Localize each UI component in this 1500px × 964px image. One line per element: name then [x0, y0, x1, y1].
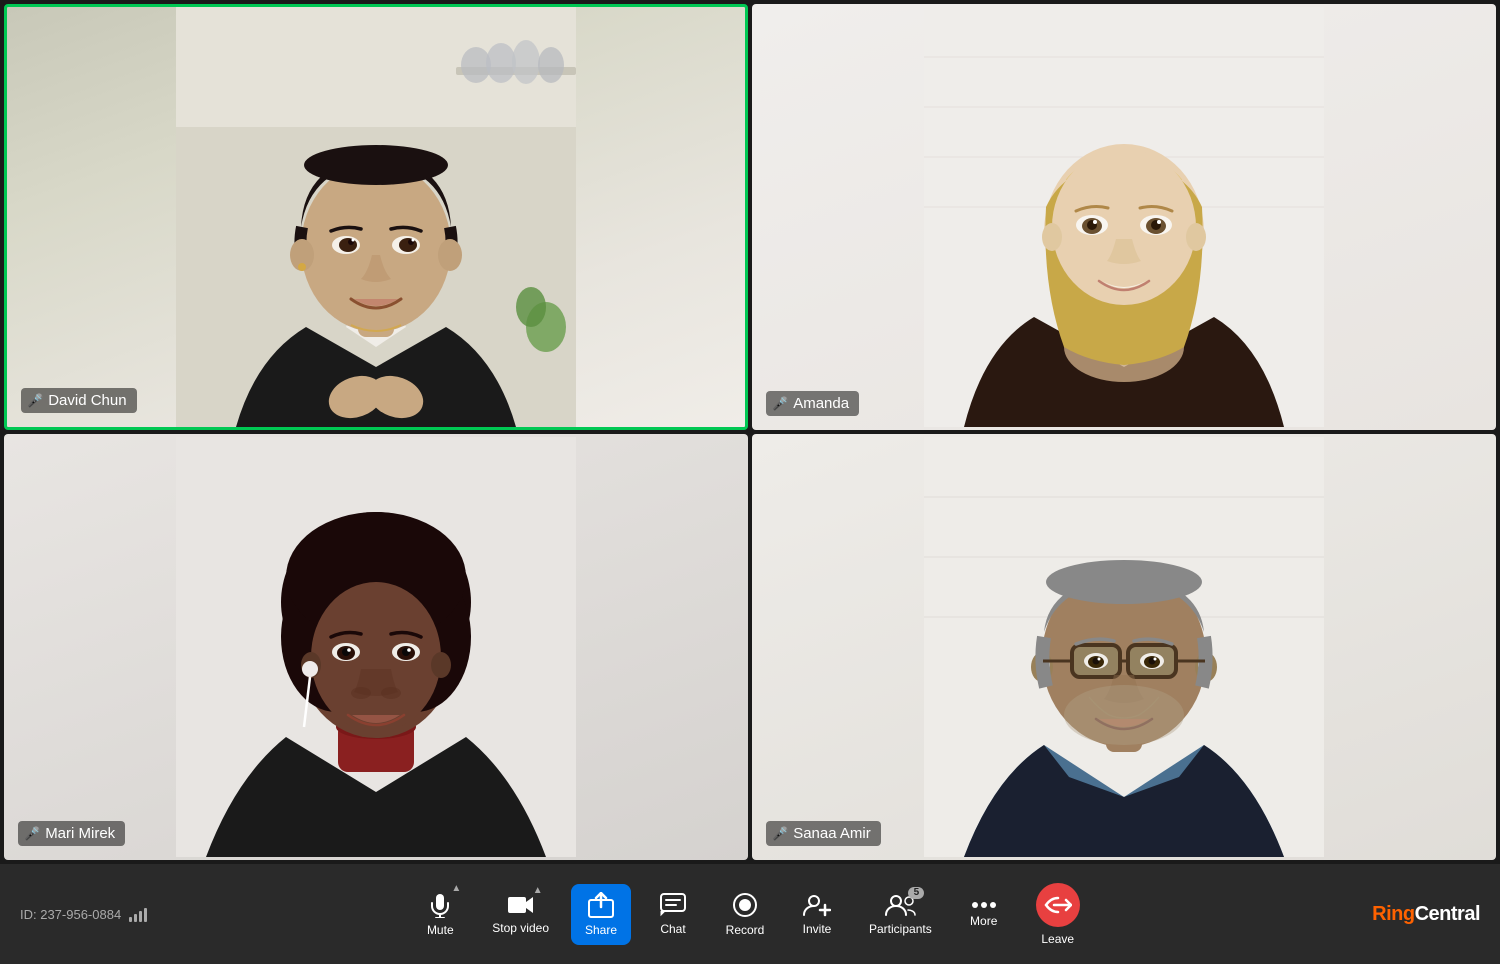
mute-button[interactable]: ▲ Mute — [410, 884, 470, 945]
more-icon — [971, 901, 997, 909]
signal-bar-3 — [139, 911, 142, 922]
participant-name-amanda: 🎤 Amanda — [766, 391, 859, 416]
invite-button[interactable]: Invite — [787, 885, 847, 944]
leave-button[interactable]: Leave — [1026, 875, 1090, 954]
stop-video-button[interactable]: ▲ Stop video — [482, 886, 559, 943]
stop-video-label: Stop video — [492, 921, 549, 935]
participant-name-mari: 🎤 Mari Mirek — [18, 821, 125, 846]
participants-label: Participants — [869, 922, 932, 936]
chat-label: Chat — [660, 922, 685, 936]
share-button[interactable]: Share — [571, 884, 631, 945]
signal-strength — [129, 906, 147, 922]
video-tile-mari: 🎤 Mari Mirek — [4, 434, 748, 860]
participant-name-sanaa: 🎤 Sanaa Amir — [766, 821, 881, 846]
mute-label: Mute — [427, 923, 454, 937]
chat-icon — [660, 893, 686, 917]
mic-icon-sanaa: 🎤 — [772, 826, 788, 842]
video-tile-amanda: 🎤 Amanda — [752, 4, 1496, 430]
brand-ring: Ring — [1372, 903, 1414, 925]
record-label: Record — [726, 923, 765, 937]
mic-icon-david: 🎤 — [27, 393, 43, 409]
mic-icon-amanda: 🎤 — [772, 396, 788, 412]
stop-video-icon: ▲ — [507, 894, 535, 916]
mic-icon-mari: 🎤 — [24, 826, 40, 842]
brand-central: Central — [1415, 903, 1480, 925]
signal-bar-4 — [144, 908, 147, 922]
participants-button[interactable]: 5 Participants — [859, 885, 942, 944]
toolbar: ID: 237-956-0884 ▲ Mute — [0, 864, 1500, 964]
participant-name-david: 🎤 David Chun — [21, 388, 137, 413]
leave-icon — [1036, 883, 1080, 927]
mute-chevron: ▲ — [451, 884, 461, 894]
more-button[interactable]: More — [954, 893, 1014, 936]
leave-label: Leave — [1041, 932, 1074, 946]
toolbar-buttons: ▲ Mute ▲ Stop video — [410, 875, 1089, 954]
invite-label: Invite — [803, 922, 832, 936]
brand-logo: RingCentral — [1372, 903, 1480, 926]
more-label: More — [970, 914, 997, 928]
share-icon — [588, 892, 614, 918]
signal-bar-2 — [134, 914, 137, 922]
video-grid: 🎤 David Chun — [0, 0, 1500, 864]
record-button[interactable]: Record — [715, 884, 775, 945]
video-tile-sanaa: 🎤 Sanaa Amir — [752, 434, 1496, 860]
invite-icon — [803, 893, 831, 917]
meeting-id-area: ID: 237-956-0884 — [20, 906, 147, 922]
share-label: Share — [585, 923, 617, 937]
mute-icon: ▲ — [427, 892, 453, 918]
video-tile-david: 🎤 David Chun — [4, 4, 748, 430]
record-icon — [732, 892, 758, 918]
meeting-id: ID: 237-956-0884 — [20, 907, 121, 922]
signal-bar-1 — [129, 917, 132, 922]
participants-icon: 5 — [884, 893, 916, 917]
stop-video-chevron: ▲ — [533, 886, 543, 896]
participants-badge: 5 — [908, 887, 924, 899]
chat-button[interactable]: Chat — [643, 885, 703, 944]
